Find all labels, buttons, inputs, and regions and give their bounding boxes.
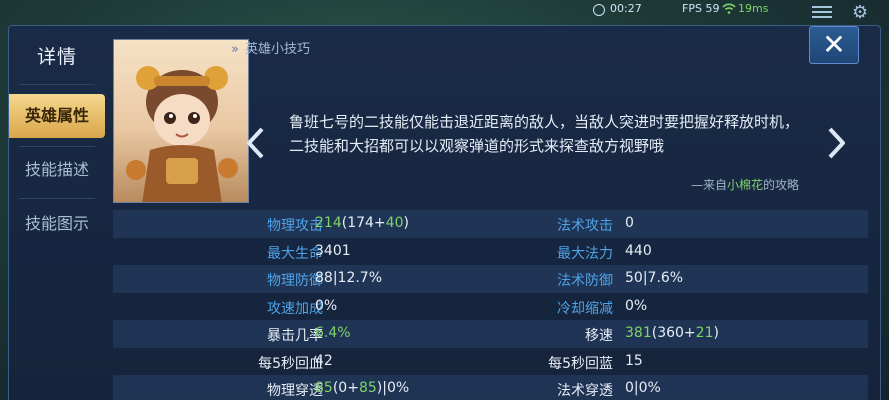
close-icon: ✕ <box>822 28 846 61</box>
status-bar: 00:27 FPS 59 19ms ⚙ <box>0 0 889 24</box>
stat-row: 攻速加成 0% 冷却缩减 0% <box>113 293 868 321</box>
tip-header: » 英雄小技巧 <box>231 38 310 57</box>
divider <box>19 146 95 147</box>
stat-label-physical-attack: 物理攻击 <box>267 218 323 234</box>
stat-row: 暴击几率 6.4% 移速 381(360+21) <box>113 320 868 348</box>
tip-source-prefix: —来自 <box>690 178 727 192</box>
stat-value-hp-regen: 42 <box>315 352 333 369</box>
stat-row: 物理攻击 214(174+40) 法术攻击 0 <box>113 210 868 238</box>
stat-value-physical-attack: 214(174+40) <box>315 215 409 231</box>
hero-stats-table: 物理攻击 214(174+40) 法术攻击 0 最大生命 3401 最大法力 4… <box>113 210 868 400</box>
tip-source-suffix: 的攻略 <box>762 178 799 192</box>
sidebar-title: 详情 <box>36 46 77 68</box>
ping-readout: 19ms <box>738 2 769 15</box>
stat-value-crit-chance: 6.4% <box>315 325 351 341</box>
game-time: 00:27 <box>610 2 642 15</box>
stat-label-hp-regen: 每5秒回血 <box>258 355 323 372</box>
gear-icon[interactable]: ⚙ <box>852 2 868 23</box>
stat-row: 物理防御 88|12.7% 法术防御 50|7.6% <box>113 265 868 293</box>
stat-label-max-mana: 最大法力 <box>557 245 613 262</box>
sidebar: 详情 英雄属性 技能描述 技能图示 <box>9 26 105 400</box>
chevron-right-icon: » <box>231 42 239 57</box>
stat-label-magic-defense: 法术防御 <box>557 273 613 289</box>
stat-label-max-hp: 最大生命 <box>267 245 323 262</box>
stat-value-attack-speed: 0% <box>315 297 338 314</box>
clock-icon <box>593 4 605 16</box>
sidebar-item-hero-attributes[interactable]: 英雄属性 <box>9 94 105 138</box>
sidebar-item-skill-diagram[interactable]: 技能图示 <box>9 202 105 246</box>
tip-author-link[interactable]: 小棉花 <box>727 178 763 192</box>
stat-label-cooldown-reduction: 冷却缩减 <box>557 300 613 317</box>
close-button[interactable]: ✕ <box>809 26 859 64</box>
stat-value-mana-regen: 15 <box>625 352 643 369</box>
menu-icon[interactable] <box>812 6 832 21</box>
tip-header-label: 英雄小技巧 <box>244 42 310 57</box>
stat-value-max-mana: 440 <box>625 242 652 259</box>
stat-row: 物理穿透 85(0+85)|0% 法术穿透 0|0% <box>113 375 868 400</box>
hero-portrait <box>113 39 249 203</box>
stat-label-crit-chance: 暴击几率 <box>267 328 323 344</box>
stat-value-magic-attack: 0 <box>625 215 634 231</box>
stat-label-physical-penetration: 物理穿透 <box>267 383 323 399</box>
stat-label-magic-penetration: 法术穿透 <box>557 383 613 399</box>
tip-source: —来自小棉花的攻略 <box>609 176 799 193</box>
stat-row: 最大生命 3401 最大法力 440 <box>113 238 868 266</box>
wifi-icon <box>722 2 736 17</box>
divider <box>19 198 95 199</box>
stat-label-move-speed: 移速 <box>585 328 613 344</box>
stat-row: 每5秒回血 42 每5秒回蓝 15 <box>113 348 868 376</box>
stat-value-move-speed: 381(360+21) <box>625 325 719 341</box>
next-tip-button[interactable] <box>825 126 847 160</box>
stat-value-physical-defense: 88|12.7% <box>315 270 383 286</box>
stat-value-magic-penetration: 0|0% <box>625 380 661 396</box>
previous-tip-button[interactable] <box>245 126 267 160</box>
fps-readout: FPS 59 <box>682 2 720 15</box>
divider <box>19 84 95 85</box>
stat-value-cooldown-reduction: 0% <box>625 297 648 314</box>
tip-text: 鲁班七号的二技能仅能击退近距离的敌人，当敌人突进时要把握好释放时机，二技能和大招… <box>289 113 800 155</box>
stat-label-mana-regen: 每5秒回蓝 <box>548 355 613 372</box>
sidebar-item-skill-description[interactable]: 技能描述 <box>9 148 105 192</box>
hero-details-panel: 详情 英雄属性 技能描述 技能图示 » 英雄小技巧 ✕ 鲁班七号的二技能仅能击退… <box>8 25 881 400</box>
stat-value-physical-penetration: 85(0+85)|0% <box>315 380 410 396</box>
stat-value-magic-defense: 50|7.6% <box>625 270 684 286</box>
stat-label-magic-attack: 法术攻击 <box>557 218 613 234</box>
stat-label-attack-speed: 攻速加成 <box>267 300 323 317</box>
stat-value-max-hp: 3401 <box>315 242 351 259</box>
stat-label-physical-defense: 物理防御 <box>267 273 323 289</box>
